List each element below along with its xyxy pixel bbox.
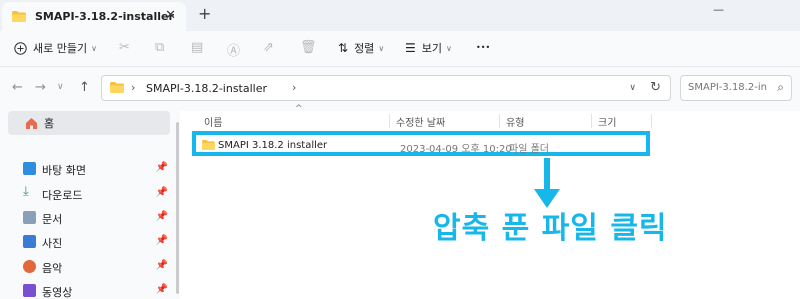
pin-icon[interactable]: 📌 [156,260,168,271]
sort-button-label: 정렬 [354,42,375,55]
delete-icon[interactable]: 🗑 [300,40,317,55]
cut-icon[interactable]: ✂ [119,40,130,55]
address-bar[interactable]: › SMAPI-3.18.2-installer › ∨ ↻ [101,75,671,101]
up-icon[interactable]: ↑ [79,80,90,95]
column-divider[interactable] [389,114,390,128]
sidebar-item-label: 다운로드 [42,189,83,202]
sidebar-item-videos[interactable]: 동영상 📌 [0,281,172,299]
more-icon[interactable]: ••• [476,43,490,52]
column-divider[interactable] [651,114,652,128]
desktop-icon [23,162,36,175]
table-row[interactable]: SMAPI 3.18.2 installer 2023-04-09 오후 10:… [192,131,650,156]
search-box[interactable]: ⌕ [680,75,792,101]
file-list: ^ 이름 수정한 날짜 유형 크기 SMAPI 3.18.2 installer… [183,104,800,299]
sidebar-item-desktop[interactable]: 바탕 화면 📌 [0,159,172,179]
folder-icon [12,11,26,22]
new-button-label: 새로 만들기 [33,42,88,55]
tab-title: SMAPI-3.18.2-installer [35,10,174,23]
sidebar-item-downloads[interactable]: ⤓ 다운로드 📌 [0,184,172,204]
folder-icon [202,140,215,150]
download-icon: ⤓ [23,184,29,199]
view-button[interactable]: ☰ 보기 ∨ [405,40,452,56]
column-header-name[interactable]: 이름 [204,114,222,129]
sidebar-item-music[interactable]: 음악 📌 [0,257,172,277]
share-icon[interactable]: ⇗ [263,40,274,55]
command-bar: 새로 만들기 ∨ ✂ ⧉ ▤ Ⓐ ⇗ 🗑 ⇅ 정렬 ∨ ☰ 보기 ∨ ••• [0,31,800,67]
sidebar-scrollbar[interactable] [176,122,179,294]
pin-icon[interactable]: 📌 [156,162,168,173]
close-icon[interactable]: ✕ [165,8,176,23]
sidebar-item-label: 사진 [42,237,63,250]
plus-circle-icon [14,41,27,55]
column-header-date[interactable]: 수정한 날짜 [396,114,445,129]
breadcrumb-current[interactable]: SMAPI-3.18.2-installer [146,82,267,95]
pictures-icon [23,235,36,248]
column-header-size[interactable]: 크기 [598,114,616,129]
sidebar-item-label: 문서 [42,213,63,226]
file-date: 2023-04-09 오후 10:20 [400,144,512,155]
search-icon[interactable]: ⌕ [777,80,784,95]
paste-icon[interactable]: ▤ [191,40,203,55]
sidebar-item-label: 음악 [42,262,63,275]
rename-icon[interactable]: Ⓐ [227,40,240,59]
minimize-icon[interactable]: — [713,3,724,16]
music-icon [23,260,36,273]
chevron-down-icon: ∨ [446,43,452,53]
sidebar-item-label: 동영상 [42,286,73,299]
sidebar-item-label: 홈 [44,117,55,130]
copy-icon[interactable]: ⧉ [155,40,164,55]
chevron-down-icon[interactable]: ∨ [629,83,636,93]
video-icon [23,284,36,297]
column-header-row: ^ 이름 수정한 날짜 유형 크기 [183,104,800,129]
navigation-pane: 홈 바탕 화면 📌 ⤓ 다운로드 📌 문서 📌 사진 📌 음악 📌 동영상 📌 [0,111,180,299]
column-divider[interactable] [499,114,500,128]
column-divider[interactable] [591,114,592,128]
title-bar: SMAPI-3.18.2-installer ✕ + — [0,0,800,31]
back-icon[interactable]: ← [12,80,23,95]
recent-dropdown-icon[interactable]: ∨ [57,82,64,92]
folder-icon [110,82,124,93]
pin-icon[interactable]: 📌 [156,211,168,222]
view-button-label: 보기 [421,42,443,55]
sort-button[interactable]: ⇅ 정렬 ∨ [338,40,384,56]
address-row: ← → ∨ ↑ › SMAPI-3.18.2-installer › ∨ ↻ ⌕ [0,67,800,111]
file-name: SMAPI 3.18.2 installer [218,140,328,151]
sidebar-item-label: 바탕 화면 [42,164,86,177]
sidebar-item-pictures[interactable]: 사진 📌 [0,232,172,252]
refresh-icon[interactable]: ↻ [650,80,661,95]
view-icon: ☰ [405,41,416,55]
new-button[interactable]: 새로 만들기 ∨ [14,40,97,56]
pin-icon[interactable]: 📌 [156,187,168,198]
sort-ascending-icon: ^ [295,104,303,114]
breadcrumb-separator: › [131,81,136,94]
sort-icon: ⇅ [338,41,349,55]
tab-active[interactable]: SMAPI-3.18.2-installer ✕ [2,2,186,31]
pin-icon[interactable]: 📌 [156,235,168,246]
breadcrumb-separator: › [292,81,297,94]
chevron-down-icon: ∨ [378,43,385,53]
sidebar-item-documents[interactable]: 문서 📌 [0,208,172,228]
home-icon [26,117,37,129]
pin-icon[interactable]: 📌 [156,284,168,295]
file-type: 파일 폴더 [509,144,549,155]
column-header-type[interactable]: 유형 [506,114,524,129]
document-icon [23,211,36,224]
add-tab-icon[interactable]: + [198,4,211,23]
search-input[interactable] [688,82,768,93]
sidebar-item-home[interactable]: 홈 [8,111,170,135]
chevron-down-icon: ∨ [91,43,97,53]
forward-icon[interactable]: → [35,80,46,95]
annotation-text: 압축 푼 파일 클릭 [433,211,668,246]
